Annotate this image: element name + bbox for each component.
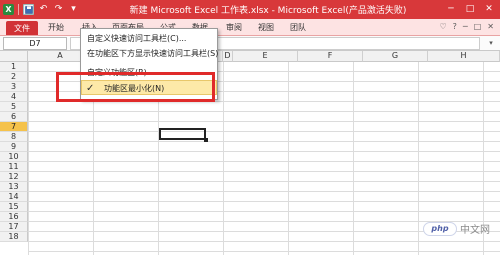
row-header[interactable]: 18 <box>0 232 28 242</box>
tab-team[interactable]: 团队 <box>290 22 306 33</box>
title-bar: X ↶ ↷ ▾ 新建 Microsoft Excel 工作表.xlsx - Mi… <box>0 0 500 19</box>
redo-icon[interactable]: ↷ <box>53 4 64 15</box>
watermark-text: 中文网 <box>460 225 490 236</box>
row-header[interactable]: 12 <box>0 172 28 182</box>
php-logo: php <box>423 221 457 236</box>
menu-item-label: 自定义快速访问工具栏(C)... <box>87 34 187 43</box>
formula-bar: D7 ▾ <box>0 36 500 51</box>
column-header-e[interactable]: E <box>233 51 298 62</box>
save-icon[interactable] <box>23 4 34 15</box>
row-header[interactable]: 6 <box>0 112 28 122</box>
row-header[interactable]: 15 <box>0 202 28 212</box>
ribbon-right-controls: ♡ ? ─ □ ✕ <box>439 22 494 31</box>
qat-divider <box>18 4 19 15</box>
excel-logo-icon: X <box>3 4 14 15</box>
customize-qat-icon[interactable]: ▾ <box>68 4 79 15</box>
select-all-corner[interactable] <box>0 51 28 62</box>
row-header[interactable]: 10 <box>0 152 28 162</box>
row-header[interactable]: 3 <box>0 82 28 92</box>
annotation-highlight-box <box>56 72 215 102</box>
undo-icon[interactable]: ↶ <box>38 4 49 15</box>
tab-view[interactable]: 视图 <box>258 22 274 33</box>
watermark: php 中文网 <box>423 221 490 236</box>
menu-item-customize-qat[interactable]: 自定义快速访问工具栏(C)... <box>81 31 217 46</box>
workbook-restore-icon[interactable]: □ <box>474 22 482 31</box>
active-cell[interactable] <box>159 128 208 142</box>
tab-home[interactable]: 开始 <box>48 22 64 33</box>
column-header-f[interactable]: F <box>298 51 363 62</box>
quick-access-toolbar: X ↶ ↷ ▾ <box>3 3 79 16</box>
window-controls: ─ □ ✕ <box>442 2 498 16</box>
workbook-close-icon[interactable]: ✕ <box>487 22 494 31</box>
row-header[interactable]: 4 <box>0 92 28 102</box>
row-header[interactable]: 14 <box>0 192 28 202</box>
row-header[interactable]: 17 <box>0 222 28 232</box>
row-header-active[interactable]: 7 <box>0 122 28 132</box>
tab-review[interactable]: 审阅 <box>226 22 242 33</box>
minimize-button[interactable]: ─ <box>442 2 460 16</box>
menu-item-show-qat-below[interactable]: 在功能区下方显示快速访问工具栏(S) <box>81 46 219 61</box>
ribbon-tab-bar: 文件 开始 插入 页面布局 公式 数据 审阅 视图 团队 ♡ ? ─ □ ✕ <box>0 19 500 36</box>
window-title: 新建 Microsoft Excel 工作表.xlsx - Microsoft … <box>129 6 407 16</box>
ribbon-collapse-icon[interactable]: ♡ <box>439 22 446 31</box>
workbook-minimize-icon[interactable]: ─ <box>463 22 468 31</box>
row-header[interactable]: 13 <box>0 182 28 192</box>
row-header[interactable]: 1 <box>0 62 28 72</box>
help-icon[interactable]: ? <box>453 22 457 31</box>
maximize-button[interactable]: □ <box>461 2 479 16</box>
row-header[interactable]: 5 <box>0 102 28 112</box>
name-box[interactable]: D7 <box>3 37 67 50</box>
column-header-h[interactable]: H <box>428 51 500 62</box>
menu-item-label: 在功能区下方显示快速访问工具栏(S) <box>87 49 219 58</box>
row-header[interactable]: 11 <box>0 162 28 172</box>
column-header-d[interactable]: D <box>223 51 233 62</box>
row-header[interactable]: 9 <box>0 142 28 152</box>
row-header[interactable]: 16 <box>0 212 28 222</box>
expand-formula-icon[interactable]: ▾ <box>486 38 496 48</box>
tab-file[interactable]: 文件 <box>6 21 38 35</box>
row-header[interactable]: 2 <box>0 72 28 82</box>
column-header-g[interactable]: G <box>363 51 428 62</box>
close-button[interactable]: ✕ <box>480 2 498 16</box>
row-header[interactable]: 8 <box>0 132 28 142</box>
